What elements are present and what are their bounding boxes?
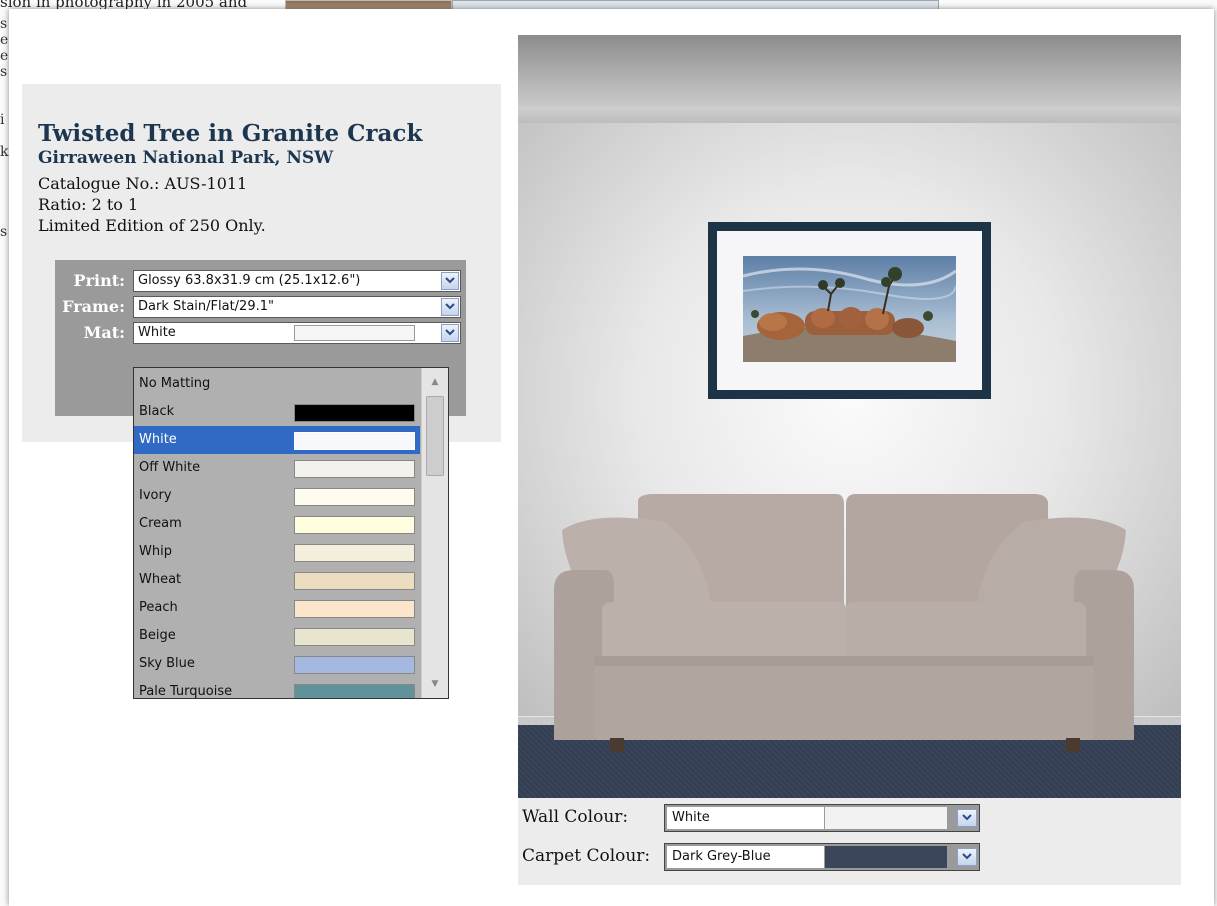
- mat-option-label: Peach: [139, 600, 178, 615]
- chevron-down-icon[interactable]: [441, 298, 459, 316]
- mat-option-swatch: [294, 460, 415, 478]
- product-title: Twisted Tree in Granite Crack: [38, 120, 423, 147]
- mat-option-label: Pale Turquoise: [139, 684, 233, 699]
- mat-option-swatch: [294, 488, 415, 506]
- print-mat: [717, 231, 982, 390]
- wall-colour-select[interactable]: White: [664, 804, 980, 832]
- mat-option-black[interactable]: Black: [134, 398, 420, 426]
- mat-option-label: Sky Blue: [139, 656, 195, 671]
- mat-option-no-matting[interactable]: No Matting: [134, 370, 420, 398]
- mat-option-swatch: [294, 684, 415, 698]
- frame-select[interactable]: Dark Stain/Flat/29.1": [133, 296, 461, 318]
- mat-option-label: Cream: [139, 516, 182, 531]
- wall-colour-swatch: [825, 807, 947, 829]
- mat-select-value: White: [138, 325, 176, 340]
- mat-option-swatch: [294, 544, 415, 562]
- product-location: Girraween National Park, NSW: [38, 148, 334, 168]
- mat-option-white[interactable]: White: [134, 426, 420, 454]
- mat-option-swatch: [294, 516, 415, 534]
- background-text-line: s: [0, 224, 8, 240]
- scroll-up-arrow-icon[interactable]: ▲: [422, 372, 448, 392]
- mat-option-swatch: [294, 404, 415, 422]
- background-text-line: s: [0, 16, 8, 32]
- mat-option-beige[interactable]: Beige: [134, 622, 420, 650]
- mat-label: Mat:: [83, 323, 125, 342]
- frame-label: Frame:: [62, 297, 125, 316]
- chevron-down-icon[interactable]: [441, 272, 459, 290]
- edition-info: Limited Edition of 250 Only.: [38, 216, 266, 235]
- mat-option-label: Whip: [139, 544, 172, 559]
- carpet-colour-select[interactable]: Dark Grey-Blue: [664, 843, 980, 871]
- mat-option-label: White: [139, 432, 177, 447]
- dropdown-scrollbar[interactable]: ▲ ▼: [421, 368, 448, 698]
- frame-select-value: Dark Stain/Flat/29.1": [138, 299, 274, 314]
- mat-option-label: No Matting: [139, 376, 211, 391]
- background-edge-letters: s e e s i k s: [0, 16, 9, 276]
- scroll-down-arrow-icon[interactable]: ▼: [422, 674, 448, 694]
- print-select-value: Glossy 63.8x31.9 cm (25.1x12.6"): [138, 273, 361, 288]
- mat-option-cream[interactable]: Cream: [134, 510, 420, 538]
- wall-colour-value: White: [667, 807, 824, 829]
- room-settings-panel: Wall Colour: White Carpet Colour: Dark G…: [518, 798, 1181, 885]
- background-text-line: e: [0, 32, 9, 48]
- chevron-down-icon[interactable]: [957, 848, 977, 866]
- carpet-colour-label: Carpet Colour:: [522, 846, 651, 866]
- mat-dropdown-list[interactable]: No Matting Black White Off White Ivory C…: [133, 367, 449, 699]
- mat-option-label: Ivory: [139, 488, 172, 503]
- chevron-down-icon[interactable]: [441, 324, 459, 342]
- carpet-colour-swatch: [825, 846, 947, 868]
- mat-option-whip[interactable]: Whip: [134, 538, 420, 566]
- mat-select[interactable]: White: [133, 322, 461, 344]
- mat-option-wheat[interactable]: Wheat: [134, 566, 420, 594]
- print-select[interactable]: Glossy 63.8x31.9 cm (25.1x12.6"): [133, 270, 461, 292]
- carpet-colour-value: Dark Grey-Blue: [667, 846, 824, 868]
- mat-option-swatch: [294, 432, 415, 450]
- sofa: [554, 494, 1134, 752]
- room-ceiling: [518, 35, 1181, 107]
- scrollbar-thumb[interactable]: [426, 396, 444, 476]
- mat-option-swatch: [294, 600, 415, 618]
- mat-option-label: Wheat: [139, 572, 182, 587]
- mat-color-swatch: [294, 325, 415, 341]
- aspect-ratio: Ratio: 2 to 1: [38, 195, 139, 214]
- ceiling-trim: [518, 107, 1181, 123]
- framed-print: [708, 222, 991, 399]
- background-text-line: k: [0, 144, 9, 160]
- room-preview: [518, 35, 1181, 798]
- print-label: Print:: [73, 271, 125, 290]
- mat-option-off-white[interactable]: Off White: [134, 454, 420, 482]
- mat-option-swatch: [294, 572, 415, 590]
- chevron-down-icon[interactable]: [957, 809, 977, 827]
- mat-option-label: Beige: [139, 628, 176, 643]
- mat-option-pale-turquoise[interactable]: Pale Turquoise: [134, 678, 420, 699]
- catalogue-number: Catalogue No.: AUS-1011: [38, 174, 248, 193]
- wall-colour-label: Wall Colour:: [522, 807, 629, 827]
- mat-option-ivory[interactable]: Ivory: [134, 482, 420, 510]
- mat-option-swatch: [294, 656, 415, 674]
- mat-option-swatch: [294, 628, 415, 646]
- background-text-line: s: [0, 64, 8, 80]
- background-text-line: e: [0, 48, 9, 64]
- landscape-photo: [743, 256, 956, 362]
- mat-option-peach[interactable]: Peach: [134, 594, 420, 622]
- mat-option-sky-blue[interactable]: Sky Blue: [134, 650, 420, 678]
- mat-option-label: Black: [139, 404, 175, 419]
- background-text-line: i: [0, 112, 5, 128]
- mat-option-label: Off White: [139, 460, 201, 475]
